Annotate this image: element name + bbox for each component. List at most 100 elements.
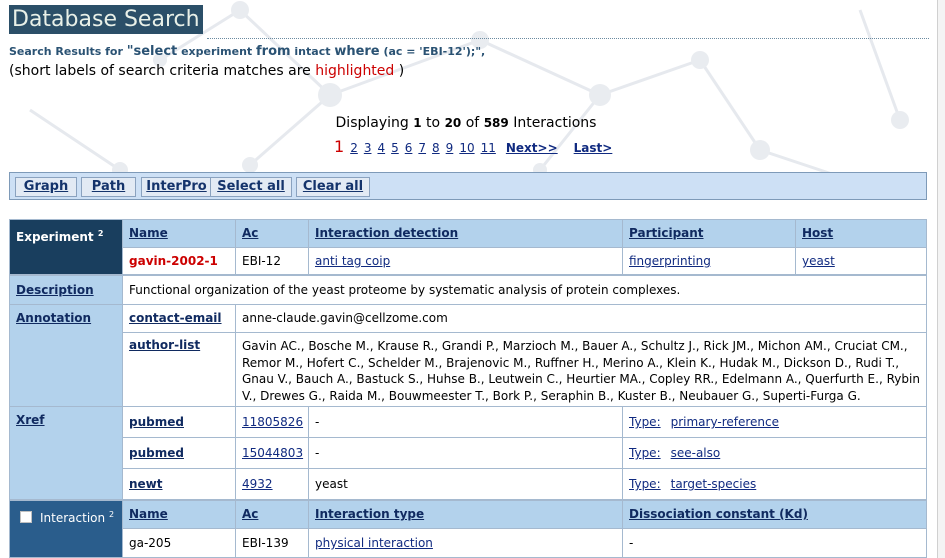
xref-type-link[interactable]: see-also	[671, 446, 721, 460]
page-title: Database Search	[9, 5, 203, 34]
col-header-name[interactable]: Name	[123, 220, 235, 247]
page-link-2[interactable]: 2	[350, 141, 358, 155]
interaction-type-link[interactable]: physical interaction	[315, 536, 433, 550]
count-from: 1	[413, 116, 422, 130]
page-link-5[interactable]: 5	[391, 141, 399, 155]
col-header-host[interactable]: Host	[796, 220, 926, 247]
interaction-footnote: 2	[108, 510, 115, 519]
clear-all-button[interactable]: Clear all	[296, 177, 370, 197]
highlight-note: (short labels of search criteria matches…	[9, 63, 404, 79]
interaction-type-cell: physical interaction	[309, 529, 622, 557]
host-cell: yeast	[796, 248, 926, 274]
title-divider	[207, 38, 929, 39]
results-prefix: Search Results for	[9, 45, 127, 58]
xref-db-link[interactable]: newt	[129, 477, 163, 491]
description-label[interactable]: Description	[16, 283, 94, 297]
xref-type-link[interactable]: target-species	[671, 477, 757, 491]
search-query-summary: Search Results for "select experiment fr…	[9, 44, 485, 59]
interaction-kd: -	[623, 529, 926, 557]
host-link[interactable]: yeast	[802, 254, 835, 268]
interaction-col-header-name[interactable]: Name	[123, 501, 235, 528]
page-link-9[interactable]: 9	[446, 141, 454, 155]
xref-db-link[interactable]: pubmed	[129, 415, 184, 429]
xref-type-link[interactable]: primary-reference	[671, 415, 779, 429]
pagination: 1 2 3 4 5 6 7 8 9 10 11 Next>> Last>	[334, 137, 624, 156]
note-highlighted: highlighted	[315, 63, 395, 79]
col-header-ac[interactable]: Ac	[236, 220, 308, 247]
description-text: Functional organization of the yeast pro…	[123, 276, 926, 304]
xref-id-link[interactable]: 15044803	[242, 446, 303, 460]
annotation-topic-cell: contact-email	[123, 305, 235, 332]
page-link-7[interactable]: 7	[418, 141, 426, 155]
query-intact: intact	[290, 45, 335, 58]
interaction-detection-link[interactable]: anti tag coip	[315, 254, 390, 268]
query-experiment: experiment	[177, 45, 257, 58]
interaction-col-header-type[interactable]: Interaction type	[309, 501, 622, 528]
query-from: from	[256, 44, 291, 59]
interpro-button[interactable]: InterPro	[141, 177, 212, 197]
xref-type-label[interactable]: Type:	[629, 477, 661, 491]
query-condition: (ac = 'EBI-12');",	[379, 45, 486, 58]
xref-label-cell: Xref	[10, 407, 122, 499]
participant-identification-link[interactable]: fingerprinting	[629, 254, 711, 268]
xref-type-label[interactable]: Type:	[629, 415, 661, 429]
page-link-3[interactable]: 3	[364, 141, 372, 155]
experiment-name: gavin-2002-1	[123, 248, 235, 274]
interaction-label: Interaction	[40, 511, 106, 525]
col-header-interaction-detection[interactable]: Interaction detection	[309, 220, 622, 247]
xref-id-cell: 4932	[236, 469, 308, 499]
xref-db-cell: newt	[123, 469, 235, 499]
page-link-10[interactable]: 10	[459, 141, 474, 155]
count-prefix: Displaying	[335, 115, 414, 131]
col-header-participant-identification[interactable]: Participant identification	[623, 220, 795, 247]
query-where: where	[334, 44, 380, 59]
interaction-name: ga-205	[123, 529, 235, 557]
description-label-cell: Description	[10, 276, 122, 304]
action-toolbar: Graph Path InterPro Select all Clear all	[9, 172, 927, 200]
experiment-label: Experiment 2	[10, 220, 122, 274]
participant-identification-cell: fingerprinting	[623, 248, 795, 274]
annotation-topic-cell: author-list	[123, 333, 235, 406]
xref-id-cell: 11805826	[236, 407, 308, 437]
query-select: "select	[126, 44, 178, 59]
path-button[interactable]: Path	[81, 177, 136, 197]
xref-label[interactable]: Xref	[16, 413, 45, 427]
xref-db-link[interactable]: pubmed	[129, 446, 184, 460]
current-page: 1	[334, 137, 345, 156]
annotation-value-author-list: Gavin AC., Bosche M., Krause R., Grandi …	[236, 333, 926, 406]
xref-db-cell: pubmed	[123, 438, 235, 468]
xref-type-cell: Type: primary-reference	[623, 407, 926, 437]
xref-type-label[interactable]: Type:	[629, 446, 661, 460]
last-page-link[interactable]: Last>	[574, 141, 613, 155]
annotation-label[interactable]: Annotation	[16, 311, 91, 325]
xref-type-cell: Type: target-species	[623, 469, 926, 499]
interaction-col-header-ac[interactable]: Ac	[236, 501, 308, 528]
interaction-label-cell: Interaction 2	[10, 501, 122, 557]
annotation-topic-contact-email[interactable]: contact-email	[129, 311, 222, 325]
xref-id-link[interactable]: 4932	[242, 477, 273, 491]
count-of-word: of	[461, 115, 484, 131]
page-link-11[interactable]: 11	[481, 141, 496, 155]
note-suffix: )	[394, 63, 405, 79]
experiment-ac: EBI-12	[236, 248, 308, 274]
next-page-link[interactable]: Next>>	[506, 141, 558, 155]
page-link-6[interactable]: 6	[405, 141, 413, 155]
note-prefix: (short labels of search criteria matches…	[9, 63, 316, 79]
interaction-col-header-kd[interactable]: Dissociation constant (Kd)	[623, 501, 926, 528]
interaction-detection-cell: anti tag coip	[309, 248, 622, 274]
graph-button[interactable]: Graph	[15, 177, 77, 197]
interaction-select-checkbox[interactable]	[20, 511, 32, 523]
interaction-ac: EBI-139	[236, 529, 308, 557]
annotation-label-cell: Annotation	[10, 305, 122, 406]
results-count: Displaying 1 to 20 of 589 Interactions	[0, 115, 932, 131]
xref-id-link[interactable]: 11805826	[242, 415, 303, 429]
select-all-button[interactable]: Select all	[210, 177, 292, 197]
page-link-8[interactable]: 8	[432, 141, 440, 155]
xref-db-cell: pubmed	[123, 407, 235, 437]
count-suffix: Interactions	[508, 115, 597, 131]
window-scrollbar[interactable]	[937, 0, 945, 558]
page-link-4[interactable]: 4	[377, 141, 385, 155]
annotation-topic-author-list[interactable]: author-list	[129, 338, 200, 352]
xref-secondary: -	[309, 407, 622, 437]
count-total: 589	[483, 116, 509, 130]
